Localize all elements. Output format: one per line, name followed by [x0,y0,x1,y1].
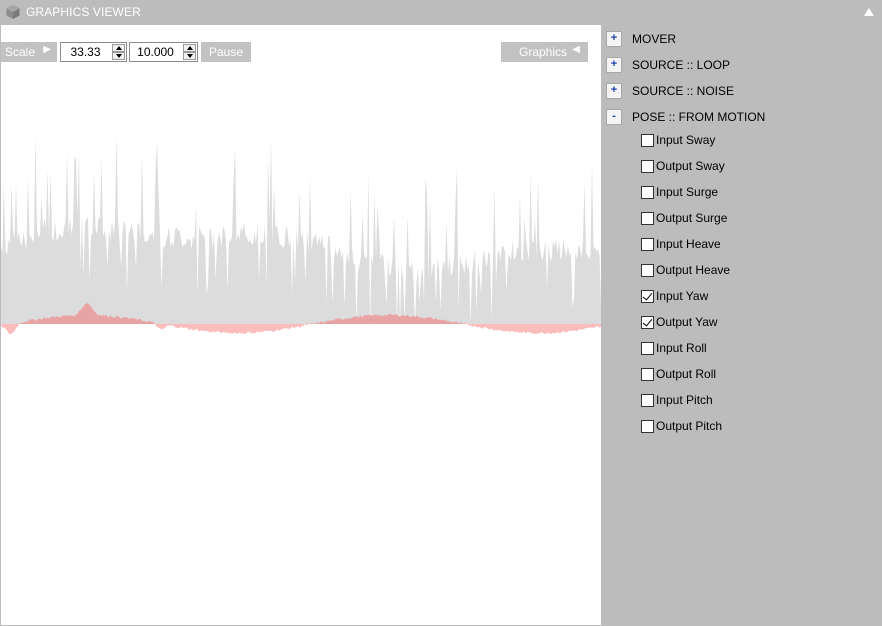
channel-label[interactable]: Output Roll [656,367,716,381]
triangle-up-icon[interactable] [862,6,876,18]
channel-label[interactable]: Output Heave [656,263,730,277]
channel-label[interactable]: Input Pitch [656,393,713,407]
graphics-label: Graphics [519,45,568,59]
expand-icon[interactable]: + [606,31,622,47]
channel-checkbox[interactable] [641,290,654,303]
value-decrement-button[interactable] [183,52,196,60]
channel-checkbox[interactable] [641,394,654,407]
input-trace [1,134,601,331]
expand-icon[interactable]: + [606,83,622,99]
channel-checkbox[interactable] [641,264,654,277]
graphics-button[interactable]: Graphics ◀ [501,42,588,62]
expand-icon[interactable]: + [606,57,622,73]
channel-label[interactable]: Output Sway [656,159,725,173]
value-stepper[interactable] [129,42,198,62]
hexagon-cube-icon [6,5,20,19]
scale-button[interactable]: Scale ▶ [1,42,57,62]
channel-checkbox[interactable] [641,316,654,329]
channel-label[interactable]: Input Heave [656,237,721,251]
channel-label[interactable]: Output Pitch [656,419,722,433]
scale-decrement-button[interactable] [112,52,125,60]
channel-checkbox[interactable] [641,238,654,251]
collapse-icon[interactable]: - [606,109,622,125]
channel-label[interactable]: Input Surge [656,185,718,199]
channel-checkbox[interactable] [641,160,654,173]
channel-label[interactable]: Input Roll [656,341,707,355]
channel-panel: + MOVER + SOURCE :: LOOP + SOURCE :: NOISE - PO… [601,25,882,626]
play-arrow-icon: ▶ [43,44,51,55]
channel-label[interactable]: Input Sway [656,133,715,147]
value-stepper-buttons [183,44,196,60]
channel-checkbox[interactable] [641,420,654,433]
section-label[interactable]: SOURCE :: NOISE [632,84,734,98]
channel-label[interactable]: Output Surge [656,211,727,225]
section-label[interactable]: SOURCE :: LOOP [632,58,730,72]
scale-increment-button[interactable] [112,44,125,52]
value-increment-button[interactable] [183,44,196,52]
channel-label[interactable]: Input Yaw [656,289,708,303]
section-label[interactable]: MOVER [632,32,676,46]
channel-checkbox[interactable] [641,134,654,147]
scale-stepper[interactable] [60,42,127,62]
section-label[interactable]: POSE :: FROM MOTION [632,110,765,124]
channel-label[interactable]: Output Yaw [656,315,718,329]
pause-button[interactable]: Pause [201,42,251,62]
channel-checkbox[interactable] [641,212,654,225]
window-title: GRAPHICS VIEWER [26,5,141,19]
scale-label: Scale [5,45,36,59]
channel-checkbox[interactable] [641,342,654,355]
motion-graph [1,134,601,335]
scale-stepper-buttons [112,44,125,60]
channel-checkbox[interactable] [641,368,654,381]
title-bar: GRAPHICS VIEWER [0,0,882,25]
channel-checkbox[interactable] [641,186,654,199]
left-arrow-icon: ◀ [572,44,580,55]
graph-panel: Scale ▶ Pause Graphics ◀ [1,25,601,625]
